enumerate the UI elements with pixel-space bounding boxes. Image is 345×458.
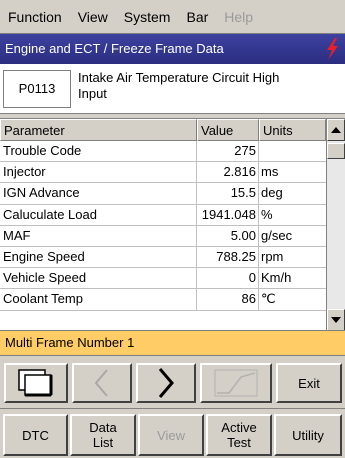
chevron-right-icon (158, 368, 174, 398)
previous-button[interactable] (72, 363, 132, 403)
multi-window-button[interactable] (4, 363, 68, 403)
dtc-code: P0113 (3, 70, 71, 108)
header-parameter[interactable]: Parameter (0, 119, 197, 141)
cell-parameter: IGN Advance (0, 183, 197, 205)
tab-dtc-label: DTC (22, 427, 49, 443)
tab-data-list-label-line2: List (92, 435, 114, 450)
cell-units: ℃ (261, 291, 276, 307)
table-row[interactable]: Engine Speed 788.25 rpm (0, 246, 326, 269)
cell-value: 788.25 (197, 246, 259, 268)
exit-button[interactable]: Exit (276, 363, 342, 403)
chevron-left-icon (94, 369, 108, 397)
tab-view-label: View (157, 427, 185, 443)
menu-bar: Function View System Bar Help (0, 0, 345, 34)
cell-parameter: Engine Speed (0, 246, 197, 268)
menu-bar-item[interactable]: Bar (178, 0, 216, 34)
cell-value: 5.00 (197, 225, 259, 247)
tab-dtc[interactable]: DTC (3, 414, 68, 456)
tab-active-test-label-line2: Test (227, 435, 251, 450)
dtc-description-line1: Intake Air Temperature Circuit High (78, 70, 280, 85)
menu-help[interactable]: Help (216, 0, 261, 34)
frame-status-bar: Multi Frame Number 1 (0, 330, 345, 356)
cell-parameter: Trouble Code (0, 141, 197, 162)
table-row[interactable]: Trouble Code 275 (0, 141, 326, 163)
cell-units: deg (261, 185, 283, 201)
table-row[interactable]: Injector 2.816 ms (0, 162, 326, 184)
scroll-up-button[interactable] (327, 119, 345, 141)
cell-units: rpm (261, 248, 284, 264)
window-title-bar: Engine and ECT / Freeze Frame Data (0, 34, 345, 64)
header-units[interactable]: Units (259, 119, 326, 141)
tab-data-list[interactable]: Data List (70, 414, 136, 456)
triangle-up-icon (331, 127, 341, 133)
tab-active-test[interactable]: Active Test (206, 414, 272, 456)
toolbar: Exit (0, 356, 345, 408)
tab-utility[interactable]: Utility (274, 414, 342, 456)
dtc-description: Intake Air Temperature Circuit High Inpu… (78, 70, 338, 102)
cell-parameter: Injector (0, 162, 197, 184)
table-row[interactable]: IGN Advance 15.5 deg (0, 183, 326, 205)
cell-parameter: Caluculate Load (0, 204, 197, 226)
menu-function[interactable]: Function (0, 0, 70, 34)
tab-data-list-label-line1: Data (89, 420, 117, 435)
cell-units: Km/h (261, 270, 292, 286)
graph-button[interactable] (200, 363, 272, 403)
tab-utility-label: Utility (292, 427, 324, 443)
menu-view[interactable]: View (70, 0, 116, 34)
cell-parameter: Coolant Temp (0, 289, 197, 311)
table-row[interactable]: Coolant Temp 86 ℃ (0, 289, 326, 311)
cell-units: g/sec (261, 227, 293, 243)
lightning-bolt-icon (327, 38, 338, 60)
cell-value: 275 (197, 141, 259, 162)
dtc-description-line2: Input (78, 86, 107, 101)
cell-parameter: Vehicle Speed (0, 268, 197, 290)
table-row[interactable]: Caluculate Load 1941.048 % (0, 204, 326, 226)
cell-units: % (261, 206, 273, 222)
table-row[interactable]: Vehicle Speed 0 Km/h (0, 268, 326, 290)
scroll-down-button[interactable] (327, 309, 345, 331)
header-value[interactable]: Value (197, 119, 259, 141)
tab-view[interactable]: View (138, 414, 204, 456)
cell-value: 2.816 (197, 162, 259, 184)
data-table: Parameter Value Units Trouble Code 275 I… (0, 118, 345, 331)
stacked-windows-icon (18, 369, 53, 397)
cell-value: 86 (197, 289, 259, 311)
scroll-thumb[interactable] (327, 143, 345, 159)
bottom-tab-bar: DTC Data List View Active Test Utility (0, 408, 345, 458)
tab-active-test-label-line1: Active (221, 420, 257, 435)
table-header: Parameter Value Units (0, 119, 326, 141)
cell-value: 0 (197, 268, 259, 290)
dtc-info: P0113 Intake Air Temperature Circuit Hig… (0, 64, 345, 114)
next-button[interactable] (136, 363, 196, 403)
page-title: Engine and ECT / Freeze Frame Data (5, 41, 224, 56)
cell-units (259, 141, 326, 162)
table-body: Trouble Code 275 Injector 2.816 ms IGN A… (0, 141, 326, 311)
frame-number-label: Multi Frame Number 1 (5, 335, 135, 350)
exit-label: Exit (298, 375, 320, 391)
table-row[interactable]: MAF 5.00 g/sec (0, 225, 326, 247)
cell-value: 1941.048 (197, 204, 259, 226)
line-graph-icon (214, 369, 258, 397)
table-scrollbar[interactable] (326, 119, 345, 331)
menu-system[interactable]: System (116, 0, 179, 34)
triangle-down-icon (331, 317, 341, 323)
cell-parameter: MAF (0, 225, 197, 247)
cell-value: 15.5 (197, 183, 259, 205)
cell-units: ms (261, 164, 279, 180)
